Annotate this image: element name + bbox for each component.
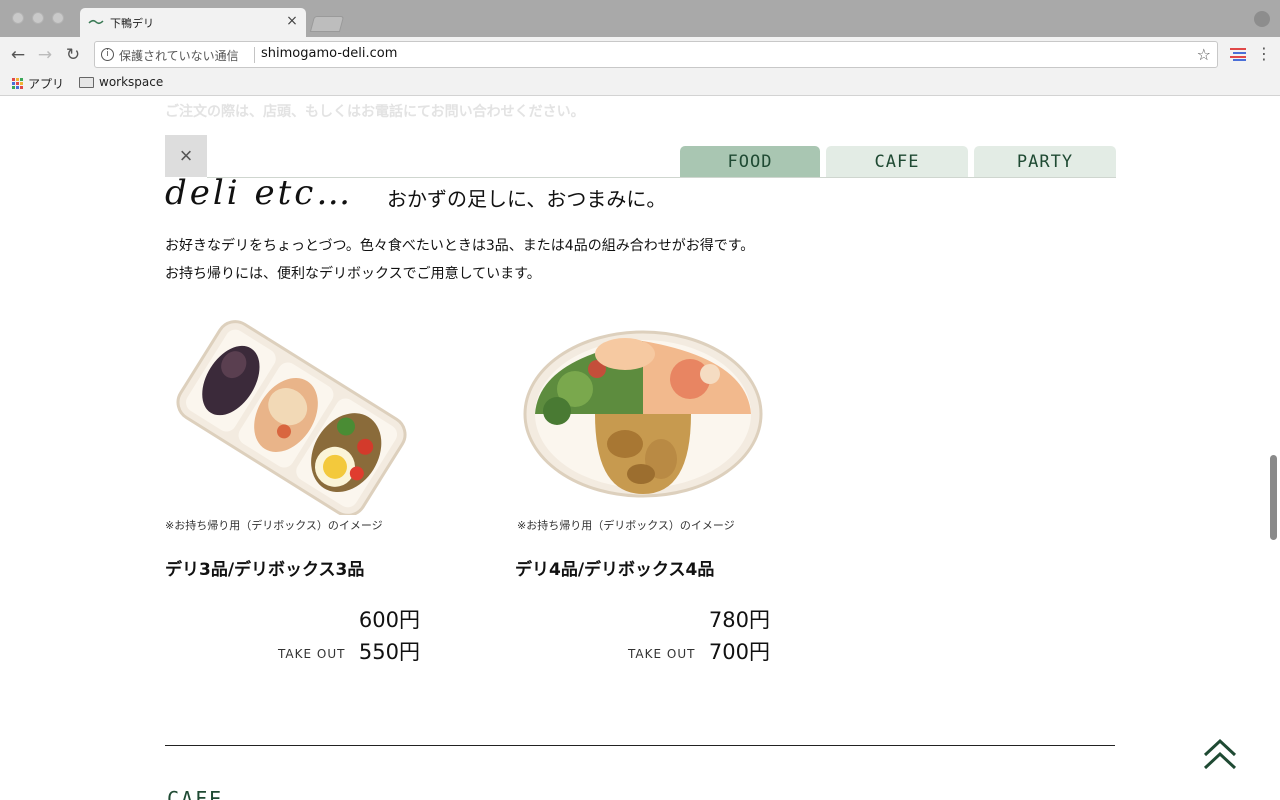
product-caption: ※お持ち帰り用（デリボックス）のイメージ bbox=[517, 519, 735, 532]
section-subheading: おかずの足しに、おつまみに。 bbox=[387, 187, 667, 211]
menu-dots-icon[interactable]: ⋮ bbox=[1256, 45, 1272, 63]
deli-box-4-photo bbox=[523, 330, 763, 498]
product-caption: ※お持ち帰り用（デリボックス）のイメージ bbox=[165, 519, 383, 532]
folder-icon bbox=[79, 76, 94, 88]
bookmark-folder-workspace[interactable]: workspace bbox=[79, 75, 163, 89]
section-description-line-2: お持ち帰りには、便利なデリボックスでご用意しています。 bbox=[165, 266, 541, 282]
deli-box-3-photo bbox=[176, 320, 407, 515]
url-text[interactable]: shimogamo-deli.com bbox=[261, 46, 397, 61]
product-name: デリ4品/デリボックス4品 bbox=[515, 560, 715, 580]
tab-food[interactable]: FOOD bbox=[680, 146, 820, 178]
product-name: デリ3品/デリボックス3品 bbox=[165, 560, 365, 580]
browser-titlebar: 下鴨デリ × bbox=[0, 0, 1280, 37]
forward-arrow-icon[interactable]: → bbox=[35, 45, 55, 65]
site-favicon-icon bbox=[88, 19, 104, 25]
bookmark-apps-label: アプリ bbox=[28, 77, 65, 91]
section-description-line-1: お好きなデリをちょっとづつ。色々食べたいときは3品、または4品の組み合わせがお得… bbox=[165, 238, 755, 254]
product-price: 780円 bbox=[708, 608, 770, 632]
page-content: ご注文の際は、店頭、もしくはお電話にてお問い合わせください。 × FOOD CA… bbox=[0, 97, 1280, 800]
product-card: ※お持ち帰り用（デリボックス）のイメージ デリ3品/デリボックス3品 600円 … bbox=[165, 319, 420, 664]
scroll-to-top-icon[interactable] bbox=[1200, 737, 1240, 771]
bookmark-apps[interactable]: アプリ bbox=[12, 75, 64, 92]
new-tab-button[interactable] bbox=[309, 16, 345, 32]
address-separator bbox=[254, 47, 255, 63]
reload-icon[interactable]: ↻ bbox=[63, 45, 83, 65]
tab-cafe[interactable]: CAFE bbox=[826, 146, 968, 178]
extension-icon[interactable] bbox=[1230, 47, 1246, 61]
takeout-price: 550円 bbox=[358, 640, 420, 664]
back-arrow-icon[interactable]: ← bbox=[8, 45, 28, 65]
takeout-label: TAKE OUT bbox=[278, 647, 346, 661]
takeout-label: TAKE OUT bbox=[628, 647, 696, 661]
order-notice: ご注文の際は、店頭、もしくはお電話にてお問い合わせください。 bbox=[165, 104, 585, 120]
section-divider bbox=[165, 745, 1115, 746]
takeout-price: 700円 bbox=[708, 640, 770, 664]
product-price: 600円 bbox=[358, 608, 420, 632]
tab-close-icon[interactable]: × bbox=[284, 13, 300, 29]
bookmark-star-icon[interactable]: ☆ bbox=[1197, 45, 1211, 64]
tab-party[interactable]: PARTY bbox=[974, 146, 1116, 178]
apps-grid-icon bbox=[12, 78, 23, 89]
browser-tab-active[interactable]: 下鴨デリ × bbox=[80, 8, 306, 37]
profile-icon[interactable] bbox=[1254, 11, 1270, 27]
product-card: ※お持ち帰り用（デリボックス）のイメージ デリ4品/デリボックス4品 780円 … bbox=[515, 319, 770, 664]
window-close-button[interactable] bbox=[12, 12, 24, 24]
cafe-section-heading: CAFE bbox=[167, 787, 224, 800]
info-icon[interactable]: i bbox=[101, 48, 114, 61]
section-heading: deli etc… bbox=[165, 173, 354, 213]
address-bar[interactable]: i 保護されていない通信 shimogamo-deli.com ☆ bbox=[94, 41, 1218, 68]
page-scrollbar-thumb[interactable] bbox=[1270, 455, 1277, 540]
bookmarks-bar: アプリ workspace bbox=[0, 72, 1280, 96]
security-status: 保護されていない通信 bbox=[119, 49, 239, 63]
window-minimize-button[interactable] bbox=[32, 12, 44, 24]
tab-title: 下鴨デリ bbox=[110, 17, 154, 30]
close-button[interactable]: × bbox=[165, 135, 207, 177]
window-maximize-button[interactable] bbox=[52, 12, 64, 24]
browser-toolbar: ← → ↻ i 保護されていない通信 shimogamo-deli.com ☆ … bbox=[0, 37, 1280, 72]
bookmark-folder-label: workspace bbox=[99, 75, 164, 89]
